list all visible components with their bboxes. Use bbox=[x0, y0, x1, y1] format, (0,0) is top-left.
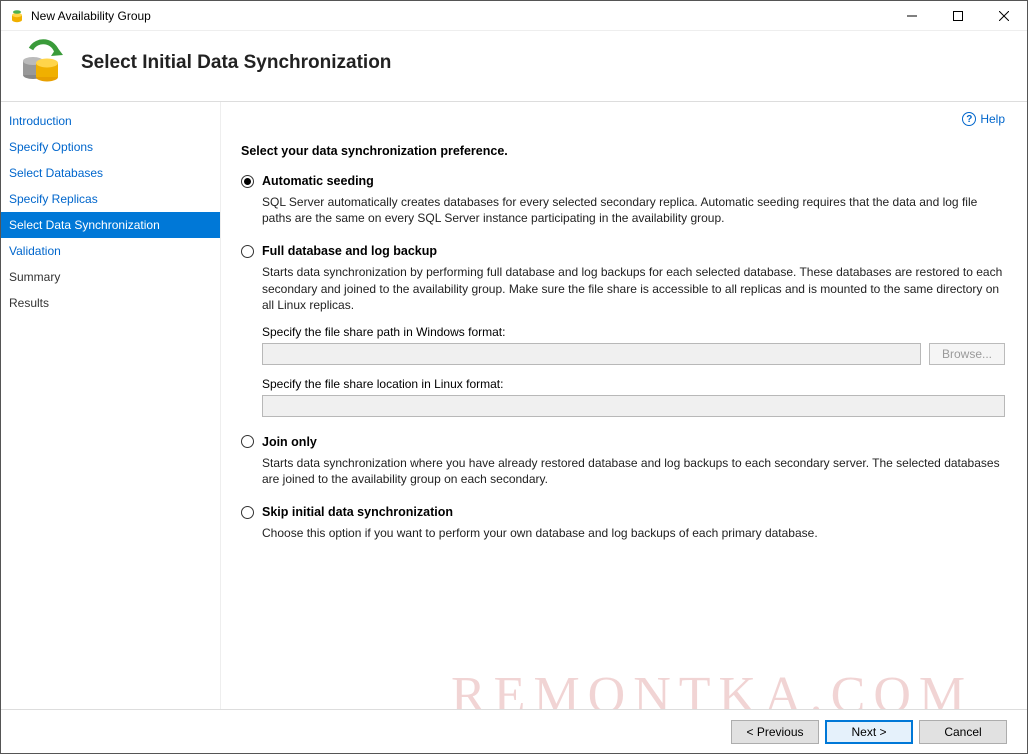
radio-skip-sync[interactable] bbox=[241, 506, 254, 519]
help-label: Help bbox=[980, 112, 1005, 126]
help-icon: ? bbox=[962, 112, 976, 126]
nav-summary: Summary bbox=[1, 264, 220, 290]
windows-path-label: Specify the file share path in Windows f… bbox=[262, 325, 1005, 339]
radio-automatic-seeding[interactable] bbox=[241, 175, 254, 188]
nav-specify-options[interactable]: Specify Options bbox=[1, 134, 220, 160]
nav-specify-replicas[interactable]: Specify Replicas bbox=[1, 186, 220, 212]
help-link[interactable]: ? Help bbox=[962, 112, 1005, 126]
option-description: Starts data synchronization where you ha… bbox=[262, 455, 1005, 487]
window-title: New Availability Group bbox=[31, 9, 151, 23]
title-bar: New Availability Group bbox=[1, 1, 1027, 31]
wizard-sidebar: Introduction Specify Options Select Data… bbox=[1, 102, 221, 709]
browse-button: Browse... bbox=[929, 343, 1005, 365]
option-description: Choose this option if you want to perfor… bbox=[262, 525, 1005, 541]
option-description: Starts data synchronization by performin… bbox=[262, 264, 1005, 313]
nav-select-data-sync[interactable]: Select Data Synchronization bbox=[1, 212, 220, 238]
option-skip-sync: Skip initial data synchronization Choose… bbox=[241, 505, 1005, 541]
option-title: Automatic seeding bbox=[262, 174, 374, 188]
radio-full-backup[interactable] bbox=[241, 245, 254, 258]
wizard-header: Select Initial Data Synchronization bbox=[1, 31, 1027, 102]
option-title: Skip initial data synchronization bbox=[262, 505, 453, 519]
option-join-only: Join only Starts data synchronization wh… bbox=[241, 435, 1005, 487]
linux-path-label: Specify the file share location in Linux… bbox=[262, 377, 1005, 391]
database-sync-icon bbox=[17, 39, 65, 87]
option-title: Join only bbox=[262, 435, 317, 449]
radio-join-only[interactable] bbox=[241, 435, 254, 448]
option-title: Full database and log backup bbox=[262, 244, 437, 258]
windows-path-input bbox=[262, 343, 921, 365]
previous-button[interactable]: < Previous bbox=[731, 720, 819, 744]
option-full-backup: Full database and log backup Starts data… bbox=[241, 244, 1005, 417]
option-description: SQL Server automatically creates databas… bbox=[262, 194, 1005, 226]
page-title: Select Initial Data Synchronization bbox=[81, 52, 391, 74]
nav-select-databases[interactable]: Select Databases bbox=[1, 160, 220, 186]
wizard-content: ? Help Select your data synchronization … bbox=[221, 102, 1027, 709]
wizard-footer: < Previous Next > Cancel bbox=[1, 709, 1027, 753]
option-automatic-seeding: Automatic seeding SQL Server automatical… bbox=[241, 174, 1005, 226]
cancel-button[interactable]: Cancel bbox=[919, 720, 1007, 744]
watermark: REMONTKA.COM bbox=[451, 666, 973, 709]
content-intro: Select your data synchronization prefere… bbox=[241, 144, 1005, 158]
close-button[interactable] bbox=[981, 1, 1027, 31]
app-icon bbox=[9, 8, 25, 24]
nav-introduction[interactable]: Introduction bbox=[1, 108, 220, 134]
minimize-button[interactable] bbox=[889, 1, 935, 31]
maximize-button[interactable] bbox=[935, 1, 981, 31]
linux-path-input bbox=[262, 395, 1005, 417]
nav-results: Results bbox=[1, 290, 220, 316]
nav-validation[interactable]: Validation bbox=[1, 238, 220, 264]
next-button[interactable]: Next > bbox=[825, 720, 913, 744]
